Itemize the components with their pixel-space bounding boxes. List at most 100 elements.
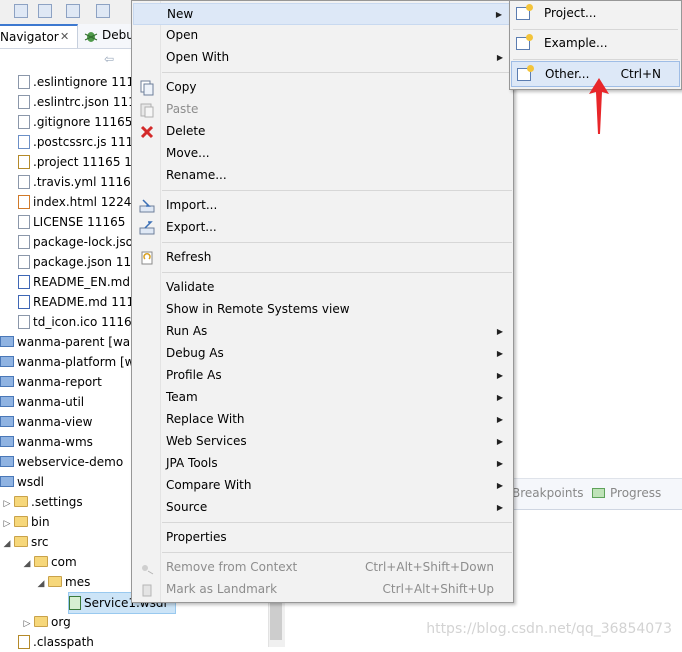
menu-item-show-remote[interactable]: Show in Remote Systems view xyxy=(133,299,512,321)
menu-item-import[interactable]: Import... xyxy=(133,195,512,217)
folder-icon xyxy=(48,576,62,587)
tree-item[interactable]: .travis.yml 11165 xyxy=(18,172,138,192)
tree-item[interactable]: package-lock.jso xyxy=(18,232,133,252)
menu-item-open[interactable]: Open xyxy=(133,25,512,47)
menu-item-copy[interactable]: Copy xyxy=(133,77,512,99)
collapse-icon[interactable]: ◢ xyxy=(36,574,46,594)
progress-icon xyxy=(592,488,605,498)
submenu-item-example[interactable]: Example... xyxy=(511,31,680,57)
tree-item[interactable]: webservice-demo xyxy=(0,452,123,472)
menu-item-run-as[interactable]: Run As ▶ xyxy=(133,321,512,343)
search-icon[interactable] xyxy=(96,4,110,18)
menu-item-refresh[interactable]: Refresh xyxy=(133,247,512,269)
menu-separator xyxy=(162,272,512,273)
tree-item[interactable]: .eslintignore 111 xyxy=(18,72,134,92)
expand-icon[interactable]: ▷ xyxy=(2,494,12,514)
tree-item[interactable]: wanma-view xyxy=(0,412,92,432)
menu-item-web-services[interactable]: Web Services ▶ xyxy=(133,431,512,453)
submenu-arrow-icon: ▶ xyxy=(496,459,503,468)
menu-item-team[interactable]: Team ▶ xyxy=(133,387,512,409)
menu-item-replace-with[interactable]: Replace With ▶ xyxy=(133,409,512,431)
tree-item-label: README.md 111 xyxy=(33,295,135,309)
menu-item-compare-with[interactable]: Compare With ▶ xyxy=(133,475,512,497)
project-icon xyxy=(0,376,14,387)
close-icon[interactable]: ✕ xyxy=(60,30,69,43)
copy-icon xyxy=(139,80,155,96)
tree-item[interactable]: README_EN.md xyxy=(18,272,130,292)
tab-breakpoints[interactable]: Breakpoints xyxy=(512,486,583,500)
menu-item-profile-as[interactable]: Profile As ▶ xyxy=(133,365,512,387)
expand-icon[interactable]: ▷ xyxy=(2,514,12,534)
tree-item[interactable]: ◢ src xyxy=(2,532,49,552)
delete-icon xyxy=(139,124,155,140)
print-icon[interactable] xyxy=(66,4,80,18)
submenu-item-project[interactable]: Project... xyxy=(511,1,680,27)
file-icon xyxy=(18,75,30,89)
file-icon xyxy=(18,315,30,329)
menu-item-move[interactable]: Move... xyxy=(133,143,512,165)
tree-item[interactable]: index.html 12249 xyxy=(18,192,139,212)
tab-progress[interactable]: Progress xyxy=(610,486,661,500)
submenu-arrow-icon: ▶ xyxy=(496,349,503,358)
tree-item[interactable]: LICENSE 11165 xyxy=(18,212,125,232)
submenu-arrow-icon: ▶ xyxy=(496,327,503,336)
tree-item-label: .project 11165 1 xyxy=(33,155,132,169)
back-arrow-icon[interactable]: ⇦ xyxy=(104,52,114,66)
save-all-icon[interactable] xyxy=(38,4,52,18)
menu-item-export[interactable]: Export... xyxy=(133,217,512,239)
menu-item-label: Export... xyxy=(166,220,217,234)
menu-item-remove-context[interactable]: Remove from Context Ctrl+Alt+Shift+Down xyxy=(133,557,512,579)
bug-icon xyxy=(84,29,98,43)
tree-item[interactable]: wanma-platform [wa xyxy=(0,352,142,372)
tree-item-label: mes xyxy=(65,575,91,589)
tree-item[interactable]: .gitignore 11165 xyxy=(18,112,132,132)
tree-item[interactable]: wanma-report xyxy=(0,372,102,392)
tree-item[interactable]: td_icon.ico 11165 xyxy=(18,312,139,332)
menu-item-properties[interactable]: Properties xyxy=(133,527,512,549)
tree-item[interactable]: README.md 111 xyxy=(18,292,134,312)
tree-item[interactable]: package.json 11 xyxy=(18,252,131,272)
menu-item-new[interactable]: New ▶ xyxy=(133,3,512,25)
expand-icon[interactable]: ▷ xyxy=(22,614,32,634)
tree-item[interactable]: ▷ .settings xyxy=(2,492,83,512)
collapse-icon[interactable]: ◢ xyxy=(22,554,32,574)
menu-item-delete[interactable]: Delete xyxy=(133,121,512,143)
menu-item-label: Show in Remote Systems view xyxy=(166,302,350,316)
menu-item-jpa-tools[interactable]: JPA Tools ▶ xyxy=(133,453,512,475)
collapse-icon[interactable]: ◢ xyxy=(2,534,12,554)
tree-item[interactable]: .classpath xyxy=(18,632,94,652)
tree-item[interactable]: ▷ org xyxy=(22,612,71,632)
menu-item-label: Import... xyxy=(166,198,218,212)
file-icon xyxy=(18,255,30,269)
menu-item-validate[interactable]: Validate xyxy=(133,277,512,299)
tree-item[interactable]: ▷ bin xyxy=(2,512,50,532)
tree-item-label: .gitignore 11165 xyxy=(33,115,133,129)
menu-item-source[interactable]: Source ▶ xyxy=(133,497,512,519)
md-file-icon xyxy=(18,295,30,309)
menu-separator xyxy=(513,29,678,30)
menu-item-paste[interactable]: Paste xyxy=(133,99,512,121)
menu-item-debug-as[interactable]: Debug As ▶ xyxy=(133,343,512,365)
tree-item[interactable]: wanma-parent [wan xyxy=(0,332,138,352)
tree-item-label: td_icon.ico 11165 xyxy=(33,315,140,329)
save-icon[interactable] xyxy=(14,4,28,18)
menu-separator xyxy=(162,552,512,553)
tab-navigator[interactable]: Navigator ✕ xyxy=(0,24,78,48)
menu-item-open-with[interactable]: Open With ▶ xyxy=(133,47,512,69)
submenu-arrow-icon: ▶ xyxy=(496,503,503,512)
tree-item-label: .postcssrc.js 111 xyxy=(33,135,134,149)
tree-item[interactable]: ◢ mes xyxy=(36,572,91,594)
tree-item[interactable]: .project 11165 1 xyxy=(18,152,132,172)
tree-item[interactable]: wanma-util xyxy=(0,392,84,412)
tab-debug-label[interactable]: Debu xyxy=(102,28,134,42)
landmark-icon xyxy=(139,582,155,598)
tree-item[interactable]: wsdl xyxy=(0,472,44,492)
tree-item[interactable]: wanma-wms xyxy=(0,432,93,452)
menu-item-rename[interactable]: Rename... xyxy=(133,165,512,187)
menu-item-mark-landmark[interactable]: Mark as Landmark Ctrl+Alt+Shift+Up xyxy=(133,579,512,601)
tree-item[interactable]: .eslintrc.json 111 xyxy=(18,92,136,112)
tree-item[interactable]: ◢ com xyxy=(22,552,77,572)
submenu-item-shortcut: Ctrl+N xyxy=(620,67,661,81)
menu-item-label: Debug As xyxy=(166,346,224,360)
tree-item[interactable]: .postcssrc.js 111 xyxy=(18,132,133,152)
